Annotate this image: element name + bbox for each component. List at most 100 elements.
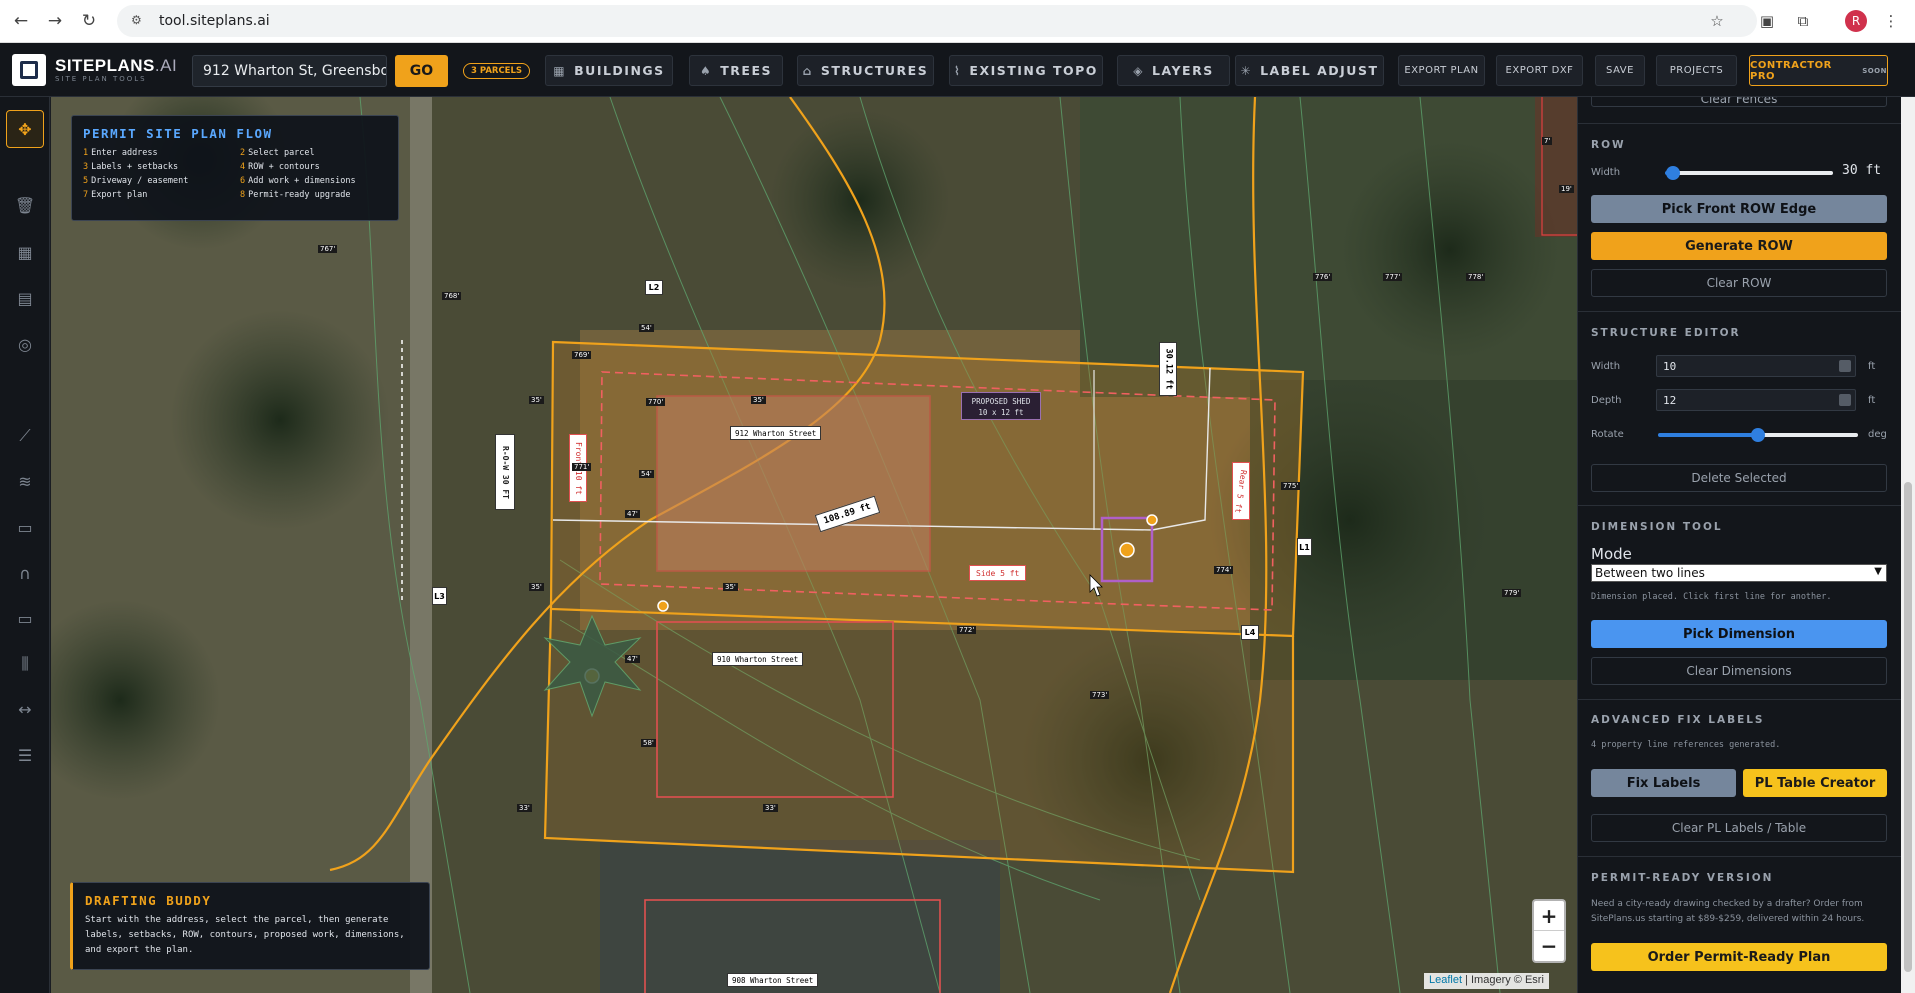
address-bar[interactable]: ⚙ tool.siteplans.ai bbox=[117, 5, 1757, 37]
pick-dimension-button[interactable]: Pick Dimension bbox=[1591, 620, 1887, 648]
house-910-label[interactable]: 910 Wharton Street bbox=[712, 652, 804, 666]
brand-tagline: SITE PLAN TOOLS bbox=[55, 75, 147, 83]
contractor-pro-button[interactable]: CONTRACTOR PRO SOON bbox=[1749, 55, 1888, 86]
list-tool-icon[interactable]: ☰ bbox=[9, 739, 41, 771]
contour-tool-icon[interactable]: ≋ bbox=[9, 465, 41, 497]
arch-tool-icon[interactable]: ∩ bbox=[9, 557, 41, 589]
generate-row-button[interactable]: Generate ROW bbox=[1591, 232, 1887, 260]
structure-width-input[interactable]: 10 bbox=[1656, 355, 1856, 377]
buildings-button[interactable]: ▦ BUILDINGS bbox=[545, 55, 673, 86]
trees-button[interactable]: ♠ TREES bbox=[689, 55, 783, 86]
map-canvas[interactable]: R-O-W 30 FT Front 10 ft Rear 5 ft Side 5… bbox=[51, 97, 1577, 993]
house2-dim-35-right: 35' bbox=[723, 583, 738, 591]
zoom-out-button[interactable]: − bbox=[1534, 931, 1564, 961]
dimension-note: Dimension placed. Click first line for a… bbox=[1591, 592, 1832, 602]
document-icon[interactable]: ▤ bbox=[9, 282, 41, 314]
leaflet-link[interactable]: Leaflet bbox=[1429, 974, 1462, 986]
extension-icon[interactable]: ▣ bbox=[1754, 8, 1780, 34]
flow-step: 6 Add work + dimensions bbox=[240, 176, 356, 186]
clear-dimensions-button[interactable]: Clear Dimensions bbox=[1591, 657, 1887, 685]
drafting-buddy-panel: DRAFTING BUDDY Start with the address, s… bbox=[70, 882, 430, 970]
right-panel: Clear Fences ROW Width 30 ft Pick Front … bbox=[1577, 97, 1901, 993]
export-plan-button[interactable]: EXPORT PLAN bbox=[1398, 55, 1485, 86]
dimension-mode-select[interactable]: Between two lines ▼ bbox=[1591, 564, 1887, 582]
chevron-down-icon: ▼ bbox=[1874, 566, 1882, 577]
structures-button[interactable]: ⌂ STRUCTURES bbox=[797, 55, 934, 86]
scrollbar-thumb[interactable] bbox=[1904, 482, 1912, 972]
parcels-badge: 3 PARCELS bbox=[463, 63, 531, 79]
proposed-shed-label[interactable]: PROPOSED SHED 10 x 12 ft bbox=[961, 392, 1041, 420]
forward-icon[interactable]: → bbox=[40, 6, 70, 36]
app-logo[interactable] bbox=[12, 54, 46, 86]
house-908-label[interactable]: 908 Wharton Street bbox=[727, 973, 819, 987]
driveway-tool-icon[interactable]: ▭ bbox=[9, 511, 41, 543]
go-button[interactable]: GO bbox=[395, 55, 448, 87]
existing-topo-button[interactable]: ⌇ EXISTING TOPO bbox=[949, 55, 1103, 86]
layers-button[interactable]: ◈ LAYERS bbox=[1117, 55, 1230, 86]
export-dxf-button[interactable]: EXPORT DXF bbox=[1496, 55, 1583, 86]
pl-label-l4[interactable]: L4 bbox=[1241, 625, 1259, 640]
contour-769: 769' bbox=[572, 351, 592, 359]
house-912-label[interactable]: 912 Wharton Street bbox=[730, 426, 822, 440]
projects-button[interactable]: PROJECTS bbox=[1656, 55, 1737, 86]
dimension-tool-icon[interactable]: ↔ bbox=[9, 693, 41, 725]
flow-step: 4 ROW + contours bbox=[240, 162, 320, 172]
address-input[interactable]: 912 Wharton St, Greensbor bbox=[192, 55, 387, 87]
dimension-tool-title: DIMENSION TOOL bbox=[1591, 521, 1723, 533]
fence-tool-icon[interactable]: ⫼ bbox=[9, 648, 41, 680]
left-toolbar: ✥ 🗑 ▦ ▤ ◎ ⟋ ≋ ▭ ∩ ▭ ⫼ ↔ ☰ bbox=[0, 97, 50, 993]
order-permit-ready-button[interactable]: Order Permit-Ready Plan bbox=[1591, 943, 1887, 971]
zoom-in-button[interactable]: + bbox=[1534, 901, 1564, 931]
chart-tool-icon[interactable]: ⟋ bbox=[9, 420, 41, 452]
extensions-puzzle-icon[interactable]: ⧉ bbox=[1790, 8, 1816, 34]
back-icon[interactable]: ← bbox=[6, 6, 36, 36]
browser-chrome: ← → ↻ ⚙ tool.siteplans.ai ☆ ▣ ⧉ R ⋮ bbox=[0, 0, 1915, 43]
map-svg[interactable] bbox=[51, 97, 1577, 993]
rotate-slider[interactable] bbox=[1658, 428, 1858, 442]
clear-fences-button[interactable]: Clear Fences bbox=[1591, 97, 1887, 107]
tree-icon: ♠ bbox=[700, 63, 713, 78]
slider-knob bbox=[1751, 428, 1765, 442]
clear-pl-labels-button[interactable]: Clear PL Labels / Table bbox=[1591, 814, 1887, 842]
side-setback-label[interactable]: Side 5 ft bbox=[969, 565, 1027, 581]
dashboard-icon[interactable]: ▦ bbox=[9, 236, 41, 268]
site-info-icon[interactable]: ⚙ bbox=[131, 13, 147, 29]
contour-774: 774' bbox=[1214, 566, 1234, 574]
pl-label-l1[interactable]: L1 bbox=[1297, 538, 1312, 556]
pl-table-creator-button[interactable]: PL Table Creator bbox=[1743, 769, 1887, 797]
flow-step: 3 Labels + setbacks bbox=[83, 162, 179, 172]
delete-selected-button[interactable]: Delete Selected bbox=[1591, 464, 1887, 492]
contour-776: 776' bbox=[1313, 273, 1333, 281]
browser-menu-icon[interactable]: ⋮ bbox=[1878, 8, 1904, 34]
contour-779: 779' bbox=[1502, 589, 1522, 597]
save-button[interactable]: SAVE bbox=[1595, 55, 1645, 86]
house3-dim-33-right: 33' bbox=[763, 804, 778, 812]
row-label[interactable]: R-O-W 30 FT bbox=[495, 434, 515, 510]
fix-labels-button[interactable]: Fix Labels bbox=[1591, 769, 1736, 797]
house3-dim-33-left: 33' bbox=[517, 804, 532, 812]
label-adjust-button[interactable]: ✳ LABEL ADJUST bbox=[1235, 55, 1384, 86]
contour-775: 775' bbox=[1281, 482, 1301, 490]
pick-front-row-edge-button[interactable]: Pick Front ROW Edge bbox=[1591, 195, 1887, 223]
profile-avatar[interactable]: R bbox=[1845, 10, 1867, 32]
pl-label-l2[interactable]: L2 bbox=[645, 280, 663, 295]
contour-778: 778' bbox=[1466, 273, 1486, 281]
move-tool-icon[interactable]: ✥ bbox=[6, 110, 44, 148]
card-tool-icon[interactable]: ▭ bbox=[9, 602, 41, 634]
reload-icon[interactable]: ↻ bbox=[74, 6, 104, 36]
trash-icon[interactable]: 🗑 bbox=[9, 189, 41, 221]
mode-label: Mode bbox=[1591, 545, 1632, 563]
spinner-icon bbox=[1839, 394, 1851, 406]
pl-label-l3[interactable]: L3 bbox=[432, 587, 447, 605]
dimension-vertical-label[interactable]: 30.12 ft bbox=[1159, 342, 1177, 396]
clear-row-button[interactable]: Clear ROW bbox=[1591, 269, 1887, 297]
bookmark-star-icon[interactable]: ☆ bbox=[1704, 8, 1730, 34]
house-dim-35-left: 35' bbox=[529, 396, 544, 404]
row-width-slider[interactable] bbox=[1665, 166, 1833, 180]
panel-scrollbar[interactable] bbox=[1901, 97, 1915, 993]
rear-setback-label[interactable]: Rear 5 ft bbox=[1232, 462, 1250, 520]
house2-dim-35-left: 35' bbox=[529, 583, 544, 591]
target-icon[interactable]: ◎ bbox=[9, 328, 41, 360]
row-width-value: 30 ft bbox=[1842, 163, 1882, 178]
structure-depth-input[interactable]: 12 bbox=[1656, 389, 1856, 411]
